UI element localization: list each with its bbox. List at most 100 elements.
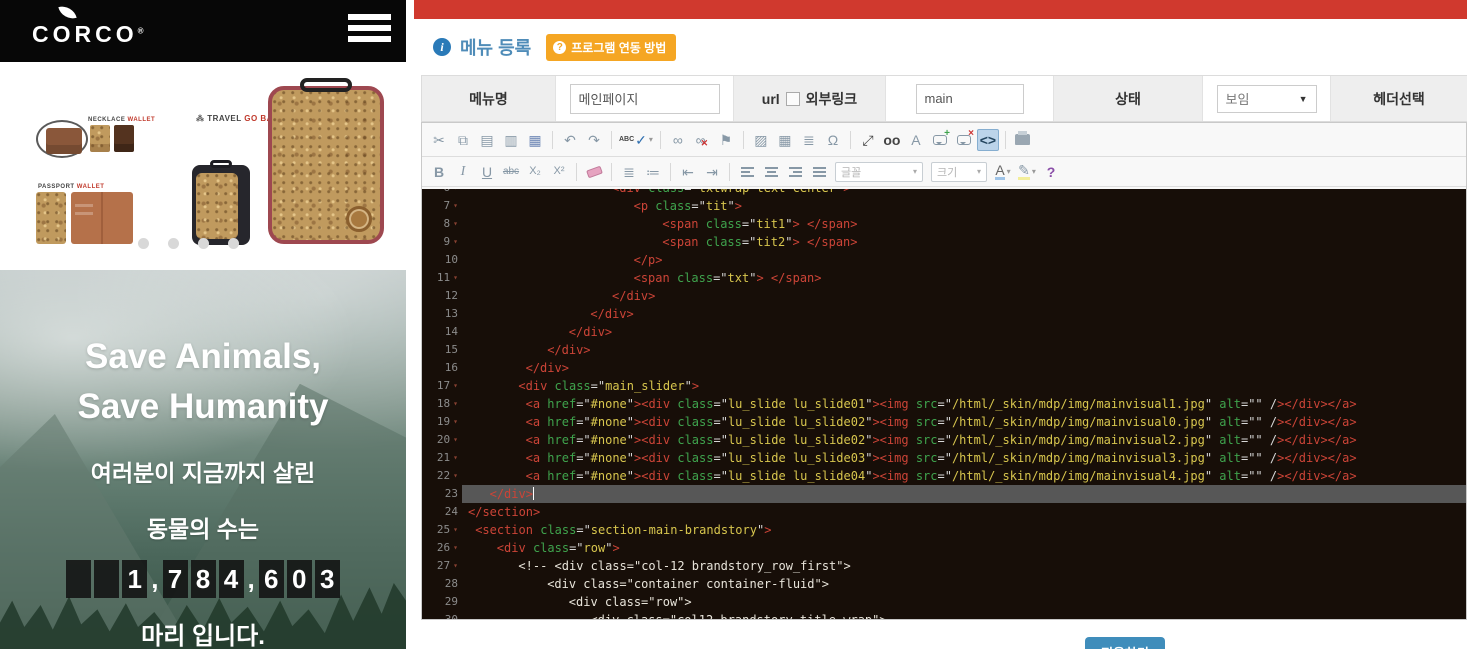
- image-button[interactable]: ▨: [750, 129, 772, 151]
- code-line-15[interactable]: 15</div>: [422, 341, 1466, 359]
- carousel-dot[interactable]: [228, 238, 239, 249]
- passport-wallet-open-image[interactable]: [71, 192, 133, 244]
- code-line-30[interactable]: 30<div class="col12 brandstory_title_wra…: [422, 611, 1466, 619]
- fold-arrow-icon[interactable]: ▾: [453, 413, 458, 431]
- code-line-28[interactable]: 28<div class="container container-fluid"…: [422, 575, 1466, 593]
- fold-arrow-icon[interactable]: ▾: [453, 215, 458, 233]
- code-line-21[interactable]: 21▾<a href="#none"><div class="lu_slide …: [422, 449, 1466, 467]
- code-line-16[interactable]: 16</div>: [422, 359, 1466, 377]
- travel-go-bag-image[interactable]: [268, 86, 384, 244]
- code-line-7[interactable]: 7▾<p class="tit">: [422, 197, 1466, 215]
- code-line-29[interactable]: 29<div class="row">: [422, 593, 1466, 611]
- code-line-12[interactable]: 12</div>: [422, 287, 1466, 305]
- external-link-checkbox[interactable]: [786, 92, 800, 106]
- text-color-button[interactable]: A▾: [992, 161, 1014, 183]
- source-code-area[interactable]: 6▾<div class="txtwrap text-center">7▾<p …: [422, 189, 1466, 619]
- carousel-dot[interactable]: [198, 238, 209, 249]
- carousel-dot[interactable]: [138, 238, 149, 249]
- maximize-button[interactable]: ⤢: [857, 129, 879, 151]
- font-size-select[interactable]: 크기▾: [931, 162, 987, 182]
- outdent-button[interactable]: ⇤: [677, 161, 699, 183]
- code-line-14[interactable]: 14</div>: [422, 323, 1466, 341]
- apply-button[interactable]: 적용하기: [1085, 637, 1165, 649]
- indent-button[interactable]: ⇥: [701, 161, 723, 183]
- remove-format-button[interactable]: [583, 161, 605, 183]
- link-button[interactable]: ∞: [667, 129, 689, 151]
- fold-arrow-icon[interactable]: ▾: [453, 189, 458, 197]
- code-line-26[interactable]: 26▾<div class="row">: [422, 539, 1466, 557]
- carousel-dot[interactable]: [168, 238, 179, 249]
- subscript-button[interactable]: X₂: [524, 161, 546, 183]
- source-button[interactable]: <>: [977, 129, 999, 151]
- code-line-19[interactable]: 19▾<a href="#none"><div class="lu_slide …: [422, 413, 1466, 431]
- superscript-button[interactable]: X²: [548, 161, 570, 183]
- highlight-color-button[interactable]: ✎▾: [1016, 161, 1038, 183]
- select-all-button[interactable]: A: [905, 129, 927, 151]
- table-button[interactable]: ▦: [774, 129, 796, 151]
- strikethrough-button[interactable]: abc: [500, 161, 522, 183]
- comment-remove-button[interactable]: [953, 129, 975, 151]
- code-line-17[interactable]: 17▾<div class="main_slider">: [422, 377, 1466, 395]
- code-line-8[interactable]: 8▾<span class="tit1"> </span>: [422, 215, 1466, 233]
- code-line-22[interactable]: 22▾<a href="#none"><div class="lu_slide …: [422, 467, 1466, 485]
- horizontal-rule-button[interactable]: ≣: [798, 129, 820, 151]
- fold-arrow-icon[interactable]: ▾: [453, 449, 458, 467]
- align-center-button[interactable]: [760, 161, 782, 183]
- code-line-6[interactable]: 6▾<div class="txtwrap text-center">: [422, 189, 1466, 197]
- product-slider[interactable]: NECKLACE WALLET ⁂ TRAVEL GO BAG PASSPORT…: [0, 62, 406, 270]
- code-line-11[interactable]: 11▾<span class="txt"> </span>: [422, 269, 1466, 287]
- brand-logo[interactable]: CORCO®: [32, 5, 144, 48]
- copy-button[interactable]: ⧉: [452, 129, 474, 151]
- menu-name-input[interactable]: [570, 84, 720, 114]
- code-line-9[interactable]: 9▾<span class="tit2"> </span>: [422, 233, 1466, 251]
- cork-backpack-image[interactable]: [192, 165, 250, 245]
- necklace-wallet-image[interactable]: [46, 128, 82, 154]
- find-replace-button[interactable]: oo: [881, 129, 903, 151]
- hamburger-menu-button[interactable]: [348, 13, 391, 48]
- fold-arrow-icon[interactable]: ▾: [453, 539, 458, 557]
- code-line-10[interactable]: 10</p>: [422, 251, 1466, 269]
- fold-arrow-icon[interactable]: ▾: [453, 233, 458, 251]
- anchor-flag-button[interactable]: ⚑: [715, 129, 737, 151]
- fold-arrow-icon[interactable]: ▾: [453, 557, 458, 575]
- code-line-25[interactable]: 25▾<section class="section-main-brandsto…: [422, 521, 1466, 539]
- passport-wallet-image[interactable]: [36, 192, 66, 244]
- fold-arrow-icon[interactable]: ▾: [453, 521, 458, 539]
- paste-as-text-button[interactable]: ▥: [500, 129, 522, 151]
- status-select[interactable]: 보임 ▼: [1217, 85, 1317, 113]
- spellcheck-button[interactable]: ABC✓▾: [618, 129, 654, 151]
- code-line-13[interactable]: 13</div>: [422, 305, 1466, 323]
- program-link-help-button[interactable]: ? 프로그램 연동 방법: [546, 34, 676, 61]
- align-justify-button[interactable]: [808, 161, 830, 183]
- font-family-select[interactable]: 글꼴▾: [835, 162, 923, 182]
- paste-from-word-button[interactable]: ▦: [524, 129, 546, 151]
- special-char-button[interactable]: Ω: [822, 129, 844, 151]
- code-line-23[interactable]: 23</div>: [422, 485, 1466, 503]
- fold-arrow-icon[interactable]: ▾: [453, 431, 458, 449]
- print-button[interactable]: [1012, 129, 1034, 151]
- align-right-button[interactable]: [784, 161, 806, 183]
- brown-wallet-image[interactable]: [114, 125, 134, 152]
- fold-arrow-icon[interactable]: ▾: [453, 395, 458, 413]
- fold-arrow-icon[interactable]: ▾: [453, 377, 458, 395]
- align-left-button[interactable]: [736, 161, 758, 183]
- code-line-27[interactable]: 27▾<!-- <div class="col-12 brandstory_ro…: [422, 557, 1466, 575]
- about-button[interactable]: ?: [1040, 161, 1062, 183]
- code-line-24[interactable]: 24</section>: [422, 503, 1466, 521]
- redo-button[interactable]: ↷: [583, 129, 605, 151]
- cut-button[interactable]: ✂: [428, 129, 450, 151]
- numbered-list-button[interactable]: ≣: [618, 161, 640, 183]
- italic-button[interactable]: I: [452, 161, 474, 183]
- fold-arrow-icon[interactable]: ▾: [453, 269, 458, 287]
- fold-arrow-icon[interactable]: ▾: [453, 467, 458, 485]
- undo-button[interactable]: ↶: [559, 129, 581, 151]
- url-input[interactable]: [916, 84, 1024, 114]
- underline-button[interactable]: U: [476, 161, 498, 183]
- bullet-list-button[interactable]: ≔: [642, 161, 664, 183]
- code-line-18[interactable]: 18▾<a href="#none"><div class="lu_slide …: [422, 395, 1466, 413]
- comment-add-button[interactable]: [929, 129, 951, 151]
- unlink-button[interactable]: ∞✕: [691, 129, 713, 151]
- code-line-20[interactable]: 20▾<a href="#none"><div class="lu_slide …: [422, 431, 1466, 449]
- fold-arrow-icon[interactable]: ▾: [453, 197, 458, 215]
- cork-wallet-image[interactable]: [90, 125, 110, 152]
